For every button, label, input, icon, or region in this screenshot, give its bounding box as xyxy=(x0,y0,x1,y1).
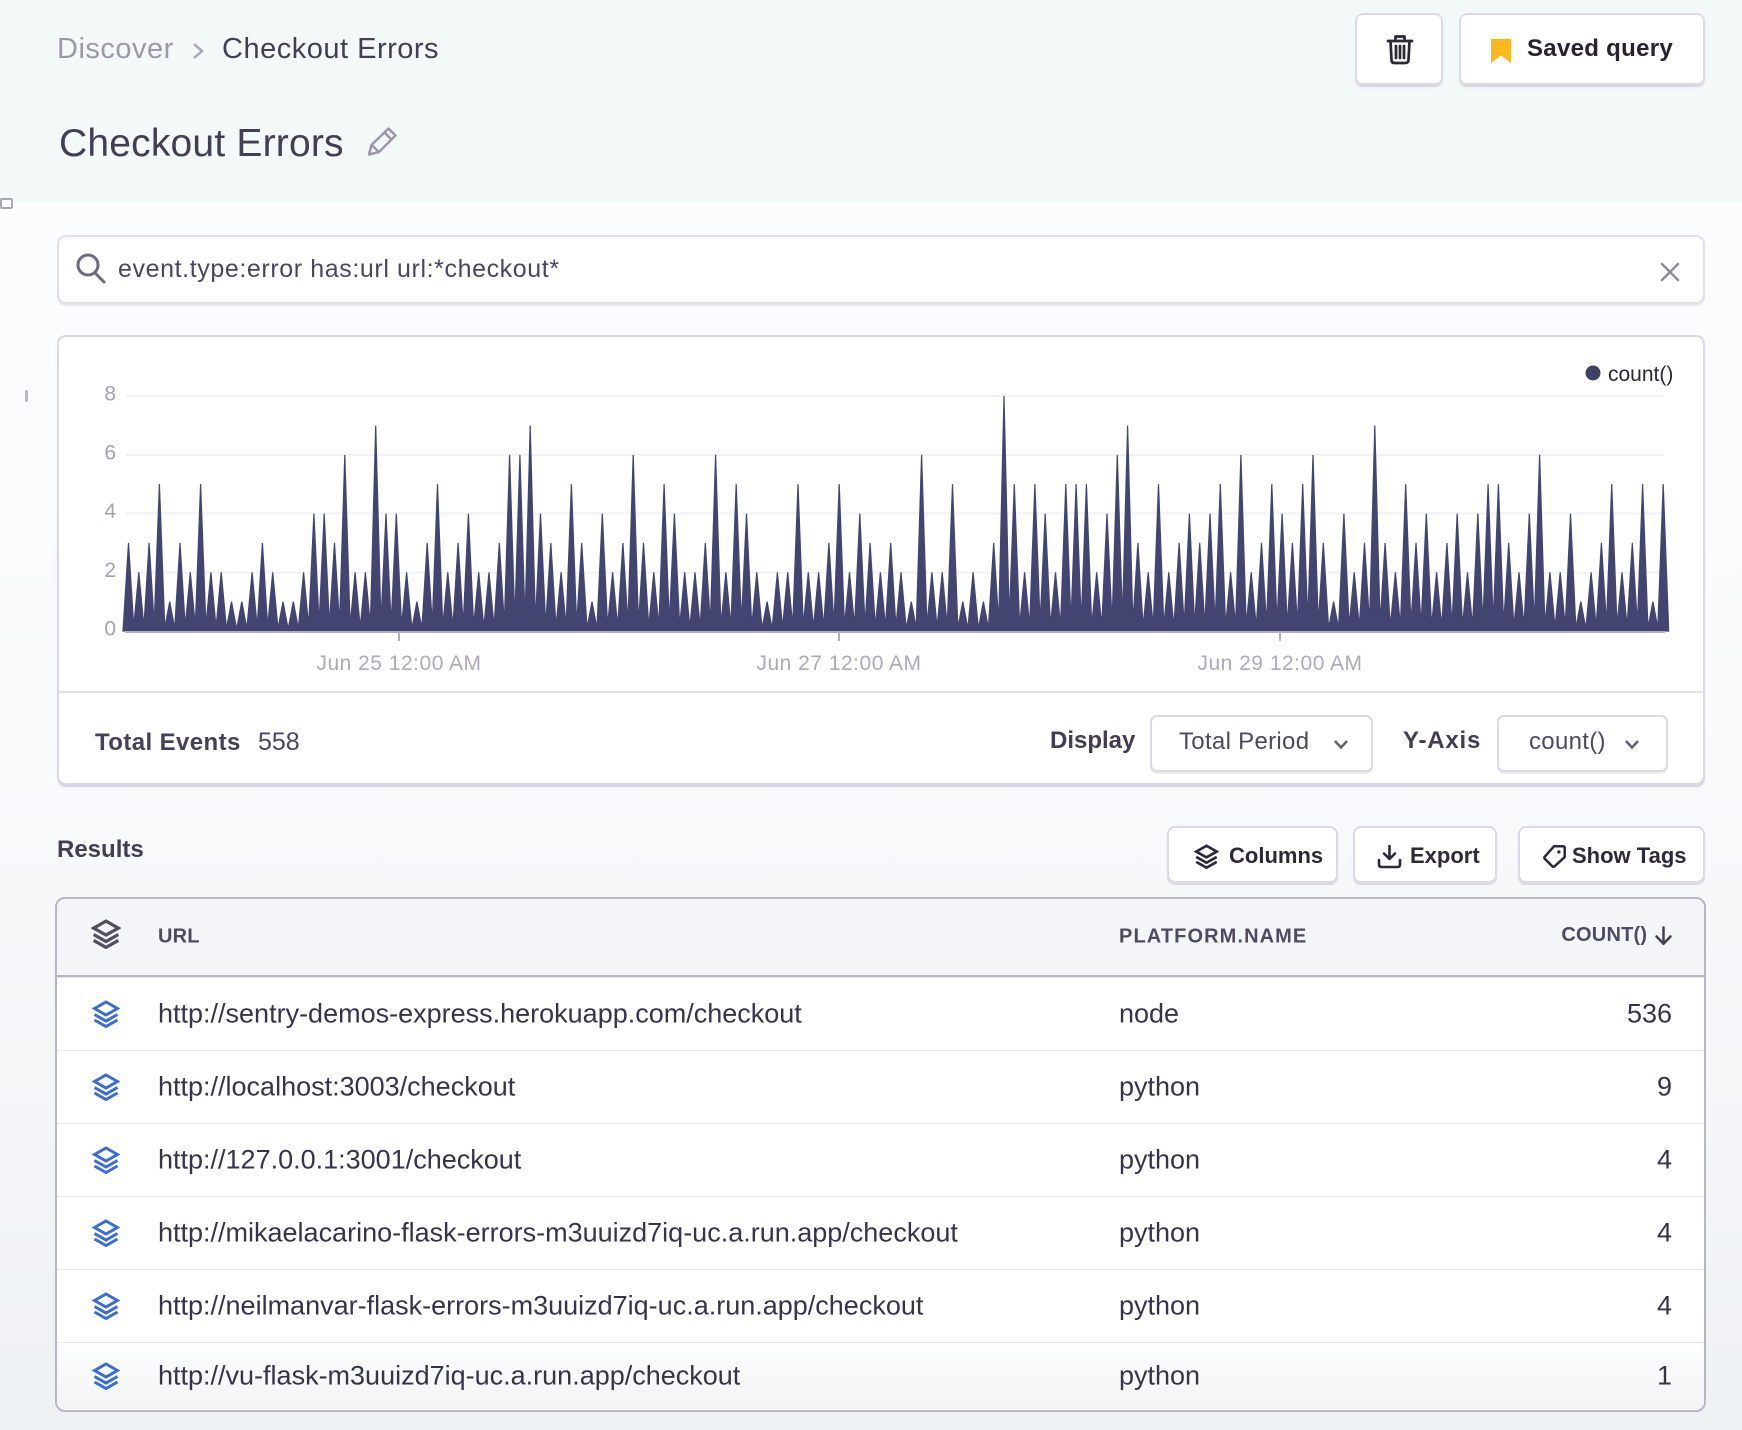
svg-text:2: 2 xyxy=(104,559,116,582)
svg-text:6: 6 xyxy=(104,442,116,465)
svg-text:8: 8 xyxy=(104,383,116,406)
svg-text:Jun 27 12:00 AM: Jun 27 12:00 AM xyxy=(756,652,921,675)
svg-text:4: 4 xyxy=(104,500,116,523)
svg-text:count(): count() xyxy=(1608,363,1673,386)
svg-text:Jun 29 12:00 AM: Jun 29 12:00 AM xyxy=(1197,652,1362,675)
svg-text:0: 0 xyxy=(104,618,116,641)
svg-text:Jun 25 12:00 AM: Jun 25 12:00 AM xyxy=(316,652,481,675)
